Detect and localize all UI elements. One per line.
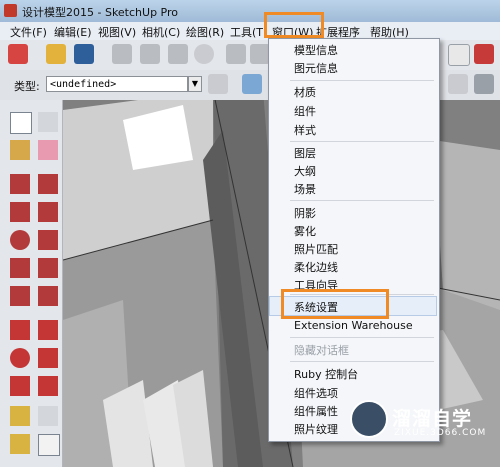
menu-item-match-photo[interactable]: 照片匹配 [294, 241, 338, 257]
rotate-tool-icon[interactable] [10, 348, 30, 368]
window-title: 设计模型2015 - SketchUp Pro [22, 6, 178, 19]
house-view-icon[interactable] [448, 74, 468, 94]
menu-edit[interactable]: 编辑(E) [54, 24, 92, 40]
type-dropdown-button[interactable]: ▼ [188, 76, 202, 92]
menu-item-photo-textures[interactable]: 照片纹理 [294, 421, 338, 437]
menu-item-materials[interactable]: 材质 [294, 84, 316, 100]
type-label: 类型: [14, 80, 40, 93]
new-file-icon[interactable] [8, 44, 28, 64]
menu-item-soften-edges[interactable]: 柔化边线 [294, 259, 338, 275]
menu-file[interactable]: 文件(F) [10, 24, 47, 40]
protractor-icon[interactable] [10, 434, 30, 454]
redo-icon[interactable] [250, 44, 270, 64]
menu-item-fog[interactable]: 雾化 [294, 223, 316, 239]
make-component-icon[interactable] [38, 112, 58, 132]
front-view-icon[interactable] [474, 74, 494, 94]
menu-item-entity-info[interactable]: 图元信息 [294, 60, 338, 76]
text-tool-icon[interactable] [38, 434, 60, 456]
eraser-icon[interactable] [38, 140, 58, 160]
menu-separator [290, 200, 434, 201]
paste-icon[interactable] [168, 44, 188, 64]
paint-icon[interactable] [208, 74, 228, 94]
erase-icon[interactable] [194, 44, 214, 64]
sketchup-app-icon [4, 4, 17, 17]
menu-window-highlight-box [264, 12, 324, 38]
menu-draw[interactable]: 绘图(R) [186, 24, 224, 40]
menu-item-component-options[interactable]: 组件选项 [294, 385, 338, 401]
undo-icon[interactable] [226, 44, 246, 64]
arc-tool-icon[interactable] [10, 258, 30, 278]
menu-item-outliner[interactable]: 大纲 [294, 163, 316, 179]
scale-tool-icon[interactable] [10, 376, 30, 396]
type-field[interactable]: <undefined> [46, 76, 188, 92]
preferences-highlight-box [281, 289, 389, 319]
select-arrow-icon[interactable] [10, 112, 32, 134]
freehand-tool-icon[interactable] [38, 174, 58, 194]
watermark-url: ZIXUE.3D66.COM [394, 428, 487, 438]
offset-tool-icon[interactable] [38, 376, 58, 396]
menu-camera[interactable]: 相机(C) [142, 24, 180, 40]
watermark-logo-icon [350, 400, 388, 438]
rectangle-tool-icon[interactable] [10, 202, 30, 222]
polygon-tool-icon[interactable] [38, 230, 58, 250]
copy-icon[interactable] [140, 44, 160, 64]
menu-item-layers[interactable]: 图层 [294, 145, 316, 161]
follow-me-icon[interactable] [38, 348, 58, 368]
menu-separator [290, 337, 434, 338]
paint-bucket-icon[interactable] [10, 140, 30, 160]
menu-view[interactable]: 视图(V) [98, 24, 136, 40]
open-folder-icon[interactable] [46, 44, 66, 64]
menu-item-styles[interactable]: 样式 [294, 122, 316, 138]
texture-icon[interactable] [474, 44, 494, 64]
menu-item-shadows[interactable]: 阴影 [294, 205, 316, 221]
circle-tool-icon[interactable] [10, 230, 30, 250]
menu-item-components[interactable]: 组件 [294, 103, 316, 119]
pie-tool-icon[interactable] [38, 286, 58, 306]
cut-icon[interactable] [112, 44, 132, 64]
dimension-tool-icon[interactable] [38, 406, 58, 426]
two-point-arc-icon[interactable] [38, 258, 58, 278]
watermark-title: 溜溜自学 [392, 408, 473, 430]
menu-item-component-attributes[interactable]: 组件属性 [294, 403, 338, 419]
menu-tools[interactable]: 工具(T) [230, 24, 267, 40]
three-point-arc-icon[interactable] [10, 286, 30, 306]
color-palette-icon[interactable] [448, 44, 470, 66]
push-pull-icon[interactable] [38, 320, 58, 340]
component-icon[interactable] [242, 74, 262, 94]
menu-item-model-info[interactable]: 模型信息 [294, 42, 338, 58]
save-icon[interactable] [74, 44, 94, 64]
move-tool-icon[interactable] [10, 320, 30, 340]
menu-separator [290, 141, 434, 142]
menu-item-hide-dialogs: 隐藏对话框 [294, 344, 349, 357]
tool-palette [0, 100, 63, 467]
menu-separator [290, 361, 434, 362]
menu-item-ruby-console[interactable]: Ruby 控制台 [294, 366, 358, 382]
line-tool-icon[interactable] [10, 174, 30, 194]
menu-separator [290, 80, 434, 81]
menu-item-extension-warehouse[interactable]: Extension Warehouse [294, 319, 413, 332]
tape-measure-icon[interactable] [10, 406, 30, 426]
menu-item-scenes[interactable]: 场景 [294, 181, 316, 197]
rotated-rectangle-icon[interactable] [38, 202, 58, 222]
